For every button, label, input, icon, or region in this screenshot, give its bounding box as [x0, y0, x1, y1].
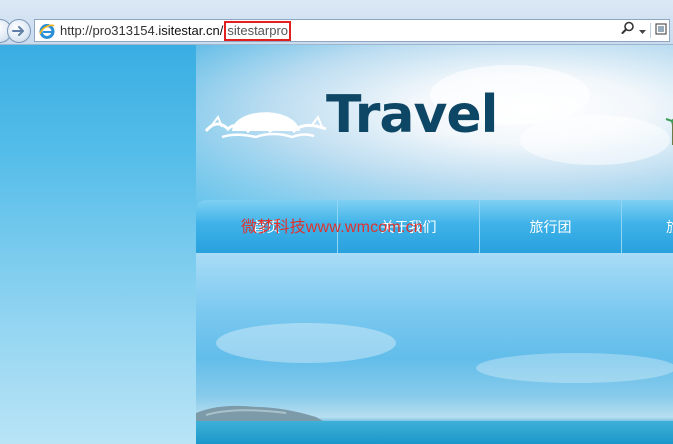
- cloud-decoration: [476, 353, 673, 383]
- url-domain: isitestar.cn/: [158, 23, 224, 38]
- sunset-waves-logo-icon: [204, 112, 327, 139]
- url-path-highlight: sitestarpro: [224, 20, 292, 41]
- site-logo-text[interactable]: Travel: [326, 85, 498, 145]
- ie-logo-icon: [39, 23, 55, 39]
- dropdown-arrow-icon[interactable]: [639, 22, 646, 40]
- cloud-decoration: [216, 323, 396, 363]
- forward-button[interactable]: [7, 19, 31, 43]
- url-text[interactable]: http://pro313154. isitestar.cn/sitestarpr…: [60, 20, 292, 41]
- nav-item-travel[interactable]: 旅: [622, 200, 673, 253]
- cloud-decoration: [520, 115, 670, 165]
- compatibility-view-icon[interactable]: [655, 22, 667, 40]
- nav-item-tour-group[interactable]: 旅行团: [480, 200, 622, 253]
- toolbar-divider: [650, 23, 651, 38]
- hero-banner: [196, 253, 673, 444]
- watermark-text: 微梦科技www.wmcom.cn: [241, 219, 423, 236]
- search-icon[interactable]: [621, 21, 635, 40]
- palm-tree-icon: [665, 118, 673, 145]
- browser-toolbar: http://pro313154. isitestar.cn/sitestarpr…: [0, 0, 673, 45]
- sea-water: [196, 421, 673, 444]
- arrow-right-icon: [12, 26, 24, 36]
- web-page: Travel 首页 关于我们 旅行团 旅 微梦科技www.wmcom.cn: [0, 45, 673, 444]
- address-bar[interactable]: http://pro313154. isitestar.cn/sitestarpr…: [34, 19, 670, 42]
- url-prefix: http://pro313154.: [60, 23, 159, 38]
